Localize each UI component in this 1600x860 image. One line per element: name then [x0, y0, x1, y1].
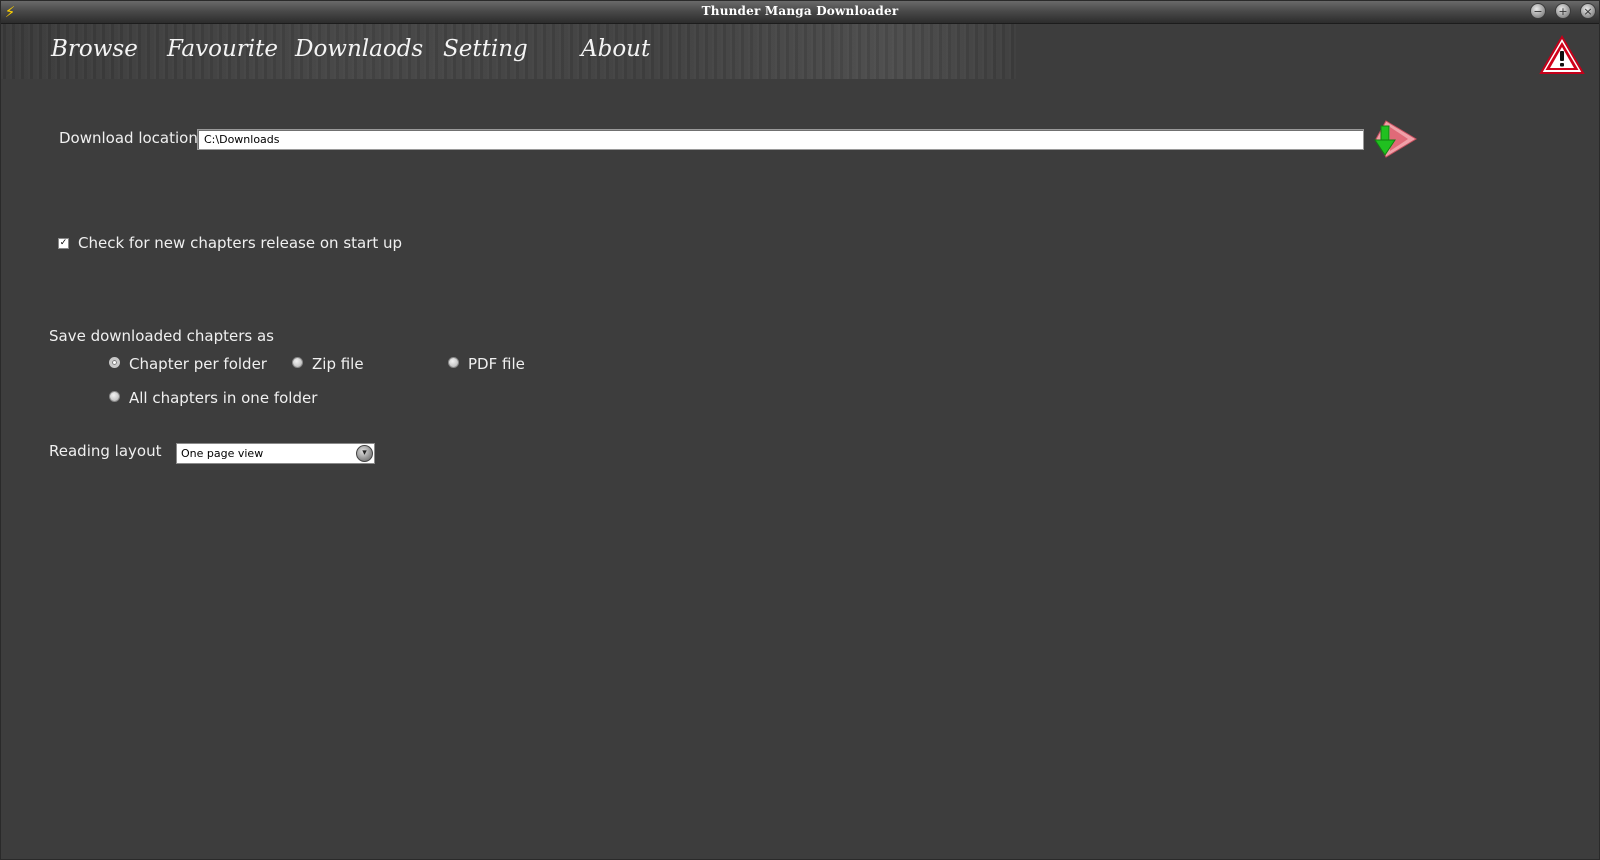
reading-layout-value: One page view	[181, 447, 264, 460]
nav-browse[interactable]: Browse	[51, 34, 138, 64]
radio-pdf-file[interactable]	[448, 357, 459, 368]
option-zip-file-label[interactable]: Zip file	[312, 355, 364, 373]
warning-triangle-icon[interactable]	[1539, 35, 1585, 75]
maximize-button[interactable]: +	[1555, 3, 1571, 19]
nav-about[interactable]: About	[581, 34, 650, 64]
radio-all-chapters-one-folder[interactable]	[109, 391, 120, 402]
radio-chapter-per-folder[interactable]	[109, 357, 120, 368]
check-updates-checkbox[interactable]: ✓	[58, 238, 69, 249]
nav-setting[interactable]: Setting	[443, 34, 528, 64]
reading-layout-label: Reading layout	[49, 442, 162, 460]
download-location-input[interactable]	[197, 129, 1364, 150]
radio-zip-file[interactable]	[292, 357, 303, 368]
check-updates-label[interactable]: Check for new chapters release on start …	[78, 234, 402, 252]
nav-downloads[interactable]: Downlaods	[295, 34, 423, 64]
chevron-down-icon[interactable]: ▾	[356, 445, 373, 462]
option-all-chapters-label[interactable]: All chapters in one folder	[129, 389, 317, 407]
app-window: ⚡ Thunder Manga Downloader − + × Browse …	[0, 0, 1600, 860]
option-pdf-file-label[interactable]: PDF file	[468, 355, 525, 373]
title-bar[interactable]: ⚡ Thunder Manga Downloader − + ×	[1, 1, 1599, 24]
save-format-label: Save downloaded chapters as	[49, 327, 274, 345]
reading-layout-select[interactable]: One page view ▾	[176, 443, 375, 464]
option-chapter-per-folder-label[interactable]: Chapter per folder	[129, 355, 267, 373]
nav-favourite[interactable]: Favourite	[167, 34, 278, 64]
minimize-button[interactable]: −	[1530, 3, 1546, 19]
close-button[interactable]: ×	[1580, 3, 1596, 19]
window-title: Thunder Manga Downloader	[701, 4, 899, 18]
main-navigation: Browse Favourite Downlaods Setting About	[1, 24, 1016, 79]
download-location-label: Download location	[59, 129, 198, 147]
download-arrow-icon[interactable]	[1372, 118, 1418, 160]
